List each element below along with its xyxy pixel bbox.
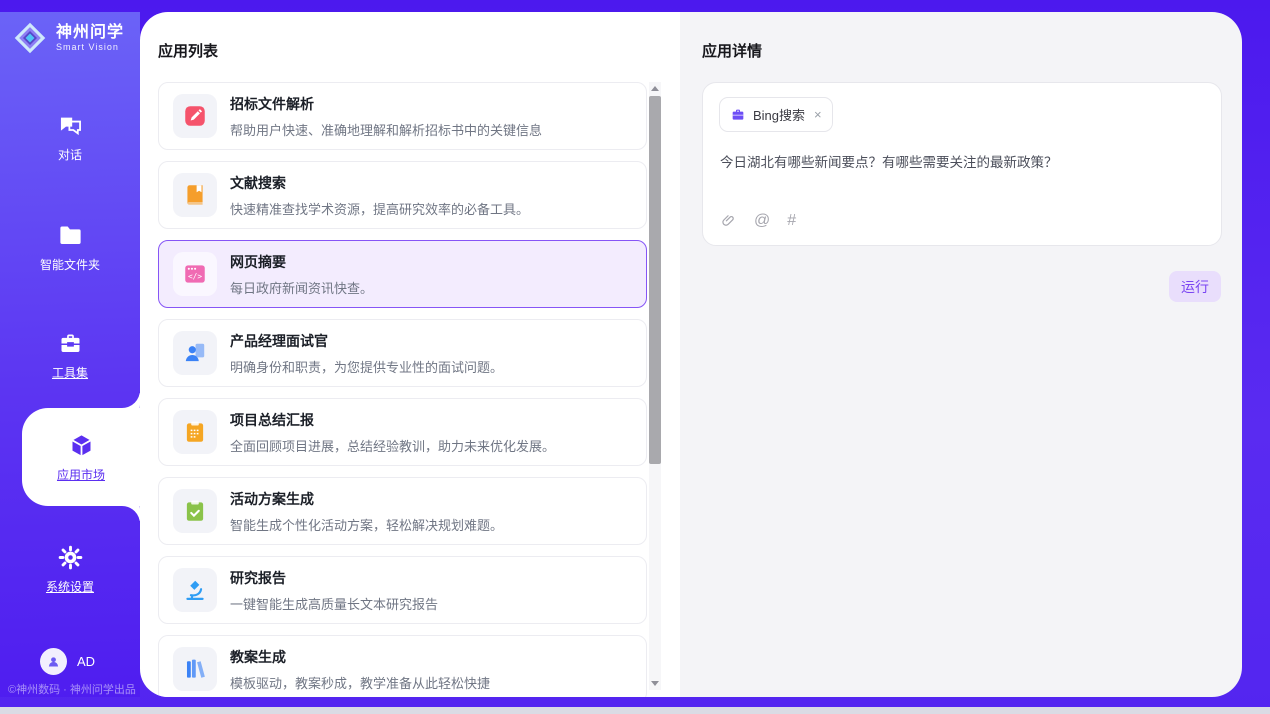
chat-icon xyxy=(57,112,84,139)
paperclip-icon[interactable] xyxy=(720,212,737,229)
app-card-title: 研究报告 xyxy=(230,568,438,588)
app-card-description: 帮助用户快速、准确地理解和解析招标书中的关键信息 xyxy=(230,120,542,139)
app-card-title: 教案生成 xyxy=(230,647,490,667)
app-card-title: 文献搜索 xyxy=(230,173,529,193)
app-card-description: 智能生成个性化活动方案，轻松解决规划难题。 xyxy=(230,515,503,534)
at-icon[interactable]: @ xyxy=(754,213,770,229)
brand-subtitle: Smart Vision xyxy=(56,42,124,52)
close-icon[interactable]: × xyxy=(814,108,822,121)
scrollbar[interactable] xyxy=(649,82,661,690)
sidebar-item-label: 应用市场 xyxy=(22,466,140,483)
app-card[interactable]: 项目总结汇报 全面回顾项目进展，总结经验教训，助力未来优化发展。 xyxy=(158,398,647,466)
app-detail-panel: 应用详情 Bing搜索 × 今日湖北有哪些新闻要点？有哪些需要关注的最新政策？ … xyxy=(680,12,1242,697)
app-card[interactable]: 招标文件解析 帮助用户快速、准确地理解和解析招标书中的关键信息 xyxy=(158,82,647,150)
app-detail-title: 应用详情 xyxy=(702,40,762,61)
app-card-title: 活动方案生成 xyxy=(230,489,503,509)
gem-logo-icon xyxy=(12,20,48,56)
app-card[interactable]: </> 网页摘要 每日政府新闻资讯快查。 xyxy=(158,240,647,308)
attachment-toolbar: @ # xyxy=(720,212,796,229)
toolbox-icon xyxy=(57,330,84,357)
prompt-input-card[interactable]: Bing搜索 × 今日湖北有哪些新闻要点？有哪些需要关注的最新政策？ @ # xyxy=(702,82,1222,246)
scroll-up-icon[interactable] xyxy=(651,86,659,91)
interviewer-icon xyxy=(182,340,208,366)
browser-code-icon: </> xyxy=(182,261,208,287)
hash-icon[interactable]: # xyxy=(787,213,796,229)
sidebar-item-label: 智能文件夹 xyxy=(0,256,140,273)
app-card[interactable]: 产品经理面试官 明确身份和职责，为您提供专业性的面试问题。 xyxy=(158,319,647,387)
scrollbar-thumb[interactable] xyxy=(649,96,661,464)
app-card-description: 一键智能生成高质量长文本研究报告 xyxy=(230,594,438,613)
folder-icon xyxy=(57,222,84,249)
app-list-title: 应用列表 xyxy=(158,40,218,61)
briefcase-icon xyxy=(730,107,746,123)
sidebar-item-label: 系统设置 xyxy=(0,578,140,595)
copyright-text: ©神州数码 · 神州问学出品 xyxy=(8,681,136,697)
microscope-icon xyxy=(182,577,208,603)
gear-icon xyxy=(57,544,84,571)
sidebar-item-gear[interactable]: 系统设置 xyxy=(0,544,140,595)
app-card-description: 每日政府新闻资讯快查。 xyxy=(230,278,373,297)
sidebar-item-label: 对话 xyxy=(0,146,140,163)
app-card-description: 明确身份和职责，为您提供专业性的面试问题。 xyxy=(230,357,503,376)
clipboard-icon xyxy=(182,419,208,445)
avatar xyxy=(40,648,67,675)
cube-icon xyxy=(68,432,95,459)
scroll-down-icon[interactable] xyxy=(651,681,659,686)
app-card[interactable]: 教案生成 模板驱动，教案秒成，教学准备从此轻松快捷 xyxy=(158,635,647,697)
tool-chip-label: Bing搜索 xyxy=(753,105,805,124)
app-card-list: 招标文件解析 帮助用户快速、准确地理解和解析招标书中的关键信息 文献搜索 快速精… xyxy=(158,82,647,697)
bottom-edge xyxy=(0,707,1270,714)
app-card-title: 招标文件解析 xyxy=(230,94,542,114)
app-card[interactable]: 文献搜索 快速精准查找学术资源，提高研究效率的必备工具。 xyxy=(158,161,647,229)
app-list-panel: 应用列表 招标文件解析 帮助用户快速、准确地理解和解析招标书中的关键信息 文献搜… xyxy=(140,12,680,697)
edit-doc-icon xyxy=(182,103,208,129)
tool-chip-bing-search[interactable]: Bing搜索 × xyxy=(719,97,833,132)
run-button[interactable]: 运行 xyxy=(1169,271,1221,302)
sidebar-item-cube[interactable]: 应用市场 xyxy=(22,408,140,506)
sidebar: 神州问学 Smart Vision 对话 智能文件夹 工具集 应用市场 系统设置… xyxy=(0,12,140,697)
sidebar-item-chat[interactable]: 对话 xyxy=(0,112,140,163)
prompt-text[interactable]: 今日湖北有哪些新闻要点？有哪些需要关注的最新政策？ xyxy=(720,151,1205,171)
app-card-description: 模板驱动，教案秒成，教学准备从此轻松快捷 xyxy=(230,673,490,692)
sidebar-item-toolbox[interactable]: 工具集 xyxy=(0,330,140,381)
brand-name: 神州问学 xyxy=(56,24,124,42)
brand-logo: 神州问学 Smart Vision xyxy=(12,20,124,56)
sidebar-item-folder[interactable]: 智能文件夹 xyxy=(0,222,140,273)
app-card-title: 网页摘要 xyxy=(230,252,373,272)
app-card-description: 快速精准查找学术资源，提高研究效率的必备工具。 xyxy=(230,199,529,218)
app-card[interactable]: 研究报告 一键智能生成高质量长文本研究报告 xyxy=(158,556,647,624)
book-icon xyxy=(182,182,208,208)
svg-text:</>: </> xyxy=(188,272,202,281)
app-card[interactable]: 活动方案生成 智能生成个性化活动方案，轻松解决规划难题。 xyxy=(158,477,647,545)
user-icon xyxy=(45,653,62,670)
books-icon xyxy=(182,656,208,682)
clipboard-check-icon xyxy=(182,498,208,524)
user-row[interactable]: AD xyxy=(40,648,95,675)
app-card-title: 项目总结汇报 xyxy=(230,410,555,430)
user-initials: AD xyxy=(77,654,95,669)
app-card-description: 全面回顾项目进展，总结经验教训，助力未来优化发展。 xyxy=(230,436,555,455)
app-card-title: 产品经理面试官 xyxy=(230,331,503,351)
